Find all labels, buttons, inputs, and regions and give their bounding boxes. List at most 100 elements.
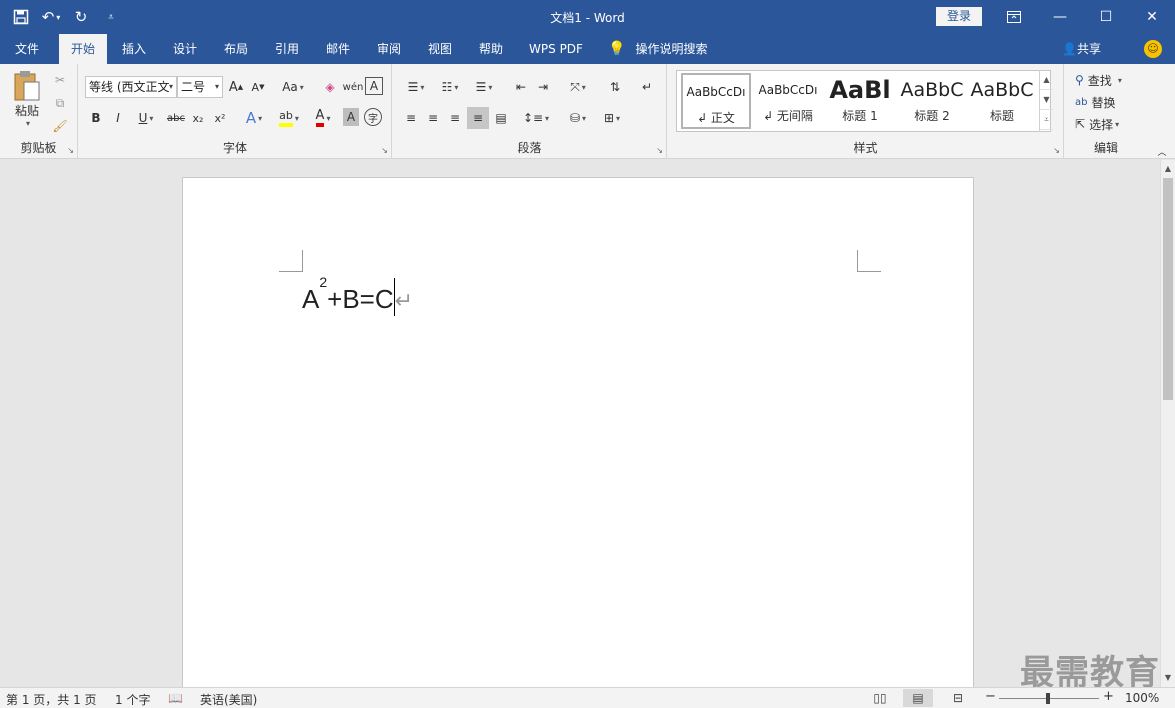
grow-font-button[interactable]: A ▲ [227, 76, 245, 98]
read-mode-icon[interactable]: ▯▯ [865, 689, 895, 707]
format-painter-icon[interactable]: 🖌 [50, 116, 70, 136]
replace-button[interactable]: ab 替换 [1075, 92, 1116, 112]
highlight-button[interactable]: ab ▾ [273, 107, 305, 129]
styles-launcher-icon[interactable]: ↘ [1053, 146, 1060, 155]
justify-icon[interactable]: ≡ [467, 107, 489, 129]
paint-bucket-icon: ⛁ [569, 111, 581, 125]
highlighter-icon: ab [279, 109, 293, 127]
sort-icon[interactable]: ⇅ [605, 76, 625, 98]
tab-file[interactable]: 文件 [0, 34, 54, 64]
superscript-button[interactable]: x² [211, 107, 229, 129]
title-bar: ↶ ▾ ↻ ⩡ 文档1 - Word 登录 — ☐ ✕ [0, 0, 1175, 34]
maximize-icon[interactable]: ☐ [1083, 0, 1129, 34]
paste-button[interactable]: 粘贴 ▾ [8, 70, 46, 128]
word-count[interactable]: 1 个字 [115, 691, 150, 708]
font-size-combo[interactable]: 二号 ▾ [177, 76, 223, 98]
scroll-thumb[interactable] [1163, 178, 1173, 400]
find-button[interactable]: ⚲ 查找 ▾ [1075, 70, 1122, 90]
gallery-down-icon[interactable]: ▼ [1040, 90, 1053, 110]
underline-icon: U [138, 111, 148, 125]
scroll-down-icon[interactable]: ▼ [1161, 671, 1175, 685]
tab-wps-pdf[interactable]: WPS PDF [520, 34, 592, 64]
font-name-combo[interactable]: 等线 (西文正文 ▾ [85, 76, 177, 98]
tab-review[interactable]: 审阅 [365, 34, 413, 64]
font-launcher-icon[interactable]: ↘ [381, 146, 388, 155]
line-spacing-button[interactable]: ↕≡ ▾ [521, 107, 551, 129]
tab-mailings[interactable]: 邮件 [314, 34, 362, 64]
increase-indent-icon[interactable]: ⇥ [533, 76, 553, 98]
subscript-button[interactable]: x₂ [189, 107, 207, 129]
cut-icon[interactable]: ✂ [50, 70, 70, 90]
web-layout-icon[interactable]: ⊟ [943, 689, 973, 707]
tab-insert[interactable]: 插入 [110, 34, 158, 64]
clipboard-launcher-icon[interactable]: ↘ [67, 146, 74, 155]
paragraph-launcher-icon[interactable]: ↘ [656, 146, 663, 155]
align-center-icon[interactable]: ≡ [423, 107, 443, 129]
tab-view[interactable]: 视图 [416, 34, 464, 64]
ribbon-display-options-icon[interactable] [991, 0, 1037, 34]
character-shading-icon[interactable]: A [343, 108, 359, 126]
align-right-icon[interactable]: ≡ [445, 107, 465, 129]
document-page[interactable]: A2+B=C↵ [182, 177, 974, 687]
gallery-more-icon[interactable]: ⩡ [1040, 110, 1053, 130]
tab-design[interactable]: 设计 [161, 34, 209, 64]
document-text[interactable]: A2+B=C↵ [302, 274, 413, 316]
vertical-scrollbar[interactable]: ▲ ▼ [1160, 160, 1175, 687]
zoom-slider-thumb[interactable] [1046, 693, 1050, 704]
status-bar: 第 1 页，共 1 页 1 个字 📖 英语(美国) ▯▯ ▤ ⊟ − + 100… [0, 687, 1175, 708]
phonetic-guide-icon[interactable]: wén [343, 76, 364, 98]
chinese-layout-button[interactable]: ⤧ ▾ [563, 76, 593, 98]
clipboard-group-label: 剪贴板 [20, 141, 57, 155]
font-color-button[interactable]: A ▾ [307, 107, 339, 129]
language[interactable]: 英语(美国) [200, 691, 257, 708]
print-layout-icon[interactable]: ▤ [903, 689, 933, 707]
zoom-level[interactable]: 100% [1125, 691, 1159, 705]
gallery-up-icon[interactable]: ▲ [1040, 70, 1053, 90]
minimize-icon[interactable]: — [1037, 0, 1083, 34]
zoom-in-button[interactable]: + [1103, 689, 1114, 704]
collapse-ribbon-icon[interactable]: ︿ [1155, 144, 1169, 158]
tab-help[interactable]: 帮助 [467, 34, 515, 64]
page-count[interactable]: 第 1 页，共 1 页 [6, 691, 97, 708]
decrease-indent-icon[interactable]: ⇤ [511, 76, 531, 98]
italic-button[interactable]: I [109, 107, 127, 129]
login-button[interactable]: 登录 [936, 7, 982, 26]
replace-icon: ab [1075, 96, 1088, 108]
text-effects-button[interactable]: A ▾ [239, 107, 269, 129]
numbered-list-icon: ☷ [441, 80, 453, 94]
numbering-button[interactable]: ☷ ▾ [435, 76, 465, 98]
character-border-icon[interactable]: A [365, 77, 383, 95]
strikethrough-button[interactable]: abc [165, 107, 187, 129]
styles-gallery: AaBbCcDı ↲ 正文 AaBbCcDı ↲ 无间隔 AaBl 标题 1 A… [676, 70, 1051, 132]
tab-layout[interactable]: 布局 [212, 34, 260, 64]
change-case-button[interactable]: Aa ▾ [277, 76, 309, 98]
bullets-button[interactable]: ☰ ▾ [401, 76, 431, 98]
align-left-icon[interactable]: ≡ [401, 107, 421, 129]
tab-home[interactable]: 开始 [59, 34, 107, 64]
bold-button[interactable]: B [87, 107, 105, 129]
borders-button[interactable]: ⊞ ▾ [597, 107, 627, 129]
feedback-smiley-icon[interactable]: ☺ [1144, 40, 1162, 58]
scroll-up-icon[interactable]: ▲ [1161, 162, 1175, 176]
shrink-font-button[interactable]: A ▼ [249, 76, 267, 98]
clear-formatting-icon[interactable]: ◈ [320, 76, 340, 98]
tell-me-search[interactable]: 💡 操作说明搜索 [608, 34, 707, 64]
style-no-spacing[interactable]: AaBbCcDı ↲ 无间隔 [753, 73, 823, 129]
copy-icon[interactable]: ⧉ [50, 93, 70, 113]
enclose-characters-icon[interactable]: 字 [364, 108, 382, 126]
tab-references[interactable]: 引用 [263, 34, 311, 64]
multilevel-list-button[interactable]: ☰ ▾ [469, 76, 499, 98]
close-icon[interactable]: ✕ [1129, 0, 1175, 34]
select-button[interactable]: ⇱ 选择 ▾ [1075, 114, 1119, 134]
style-title[interactable]: AaBbC 标题 [967, 73, 1037, 129]
share-button[interactable]: 👤共享 [1062, 34, 1101, 64]
show-formatting-marks-icon[interactable]: ↵ [637, 76, 657, 98]
distributed-icon[interactable]: ▤ [491, 107, 511, 129]
proofing-icon[interactable]: 📖 [168, 691, 183, 705]
underline-button[interactable]: U ▾ [131, 107, 161, 129]
style-normal[interactable]: AaBbCcDı ↲ 正文 [681, 73, 751, 129]
zoom-out-button[interactable]: − [985, 689, 996, 704]
shading-button[interactable]: ⛁ ▾ [563, 107, 593, 129]
style-heading-1[interactable]: AaBl 标题 1 [825, 73, 895, 129]
style-heading-2[interactable]: AaBbC 标题 2 [897, 73, 967, 129]
